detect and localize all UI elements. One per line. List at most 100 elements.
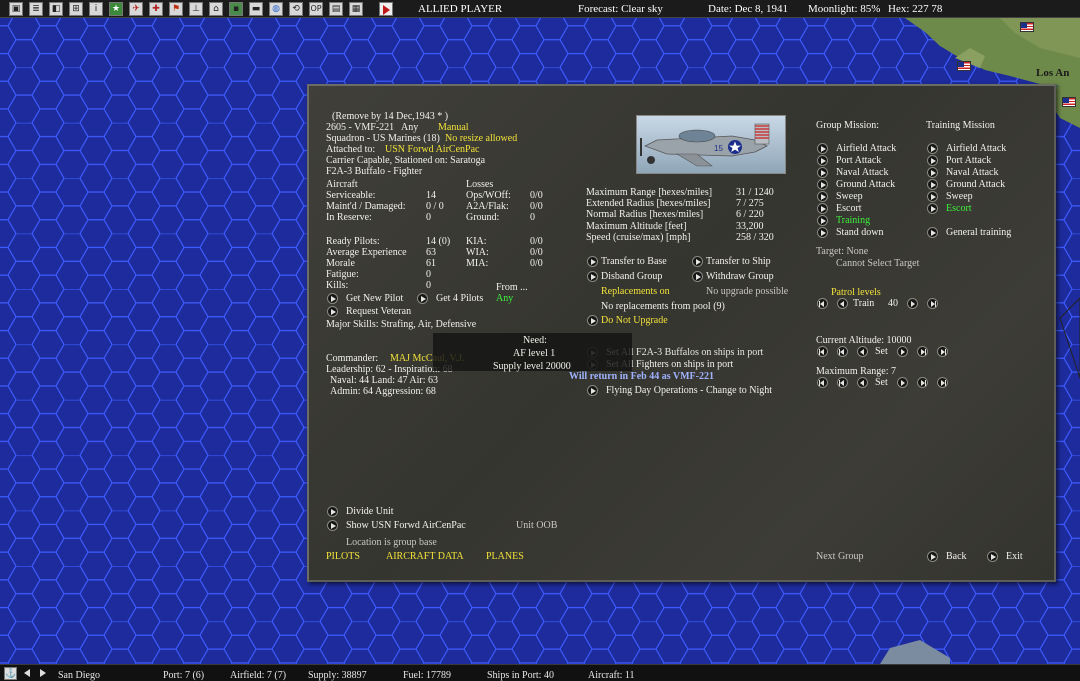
attached-hq-link[interactable]: USN Forwd AirCenPac (385, 144, 479, 155)
training-option[interactable]: Sweep (946, 191, 973, 202)
decrease-icon[interactable] (857, 346, 868, 357)
increase-icon[interactable] (897, 377, 908, 388)
decrease-max-icon[interactable] (817, 346, 828, 357)
from-value[interactable]: Any (496, 293, 513, 304)
ship-icon[interactable]: ⌂ (209, 2, 223, 16)
request-veteran-button[interactable]: Request Veteran (346, 306, 411, 317)
arrow-right-icon[interactable] (927, 167, 938, 178)
list-icon[interactable]: ▬ (249, 2, 263, 16)
increase-max-icon[interactable] (937, 377, 948, 388)
tab-aircraft-data[interactable]: AIRCRAFT DATA (386, 551, 464, 562)
bases-icon[interactable]: ▪ (229, 2, 243, 16)
intel-icon[interactable]: ▤ (329, 2, 343, 16)
arrow-right-icon[interactable] (817, 227, 828, 238)
us-flag-icon[interactable] (1020, 22, 1034, 32)
back-button[interactable]: Back (946, 551, 967, 562)
mission-option[interactable]: Naval Attack (836, 167, 888, 178)
arrow-right-icon[interactable] (587, 271, 598, 282)
base-name-link[interactable]: San Diego (58, 670, 100, 681)
arrow-right-icon[interactable] (927, 227, 938, 238)
arrow-right-icon[interactable] (927, 551, 938, 562)
divide-unit-button[interactable]: Divide Unit (346, 506, 394, 517)
us-flag-icon[interactable] (1062, 97, 1076, 107)
decrease-max-icon[interactable] (817, 377, 828, 388)
us-flag-icon[interactable] (957, 61, 971, 71)
next-group-button[interactable]: Next Group (816, 551, 864, 562)
training-option[interactable]: Airfield Attack (946, 143, 1006, 154)
unit-oob-link[interactable]: Unit OOB (516, 520, 557, 531)
mission-option[interactable]: Sweep (836, 191, 863, 202)
air-icon[interactable]: ✈ (129, 2, 143, 16)
increase-max-icon[interactable] (937, 346, 948, 357)
arrow-right-icon[interactable] (927, 191, 938, 202)
mission-option[interactable]: Airfield Attack (836, 143, 896, 154)
get-new-pilot-button[interactable]: Get New Pilot (346, 293, 403, 304)
report-icon[interactable]: ≣ (29, 2, 43, 16)
arrow-right-icon[interactable] (692, 271, 703, 282)
training-option[interactable]: Ground Attack (946, 179, 1005, 190)
arrow-right-icon[interactable] (987, 551, 998, 562)
air-unit-icon[interactable]: ✚ (149, 2, 163, 16)
settings-icon[interactable]: ▦ (349, 2, 363, 16)
arrow-right-icon[interactable] (817, 143, 828, 154)
tab-planes[interactable]: PLANES (486, 551, 524, 562)
increase-icon[interactable] (897, 346, 908, 357)
no-resize-toggle[interactable]: No resize allowed (445, 133, 517, 144)
recycle-icon[interactable]: ⟲ (289, 2, 303, 16)
arrow-right-icon[interactable] (817, 155, 828, 166)
mission-option[interactable]: Ground Attack (836, 179, 895, 190)
mission-option-selected[interactable]: Training (836, 215, 870, 226)
withdraw-group-button[interactable]: Withdraw Group (706, 271, 774, 282)
arrow-right-icon[interactable] (587, 385, 598, 396)
increase-max-icon[interactable] (927, 298, 938, 309)
sub-icon[interactable]: ⊥ (189, 2, 203, 16)
flying-day-ops-button[interactable]: Flying Day Operations - Change to Night (606, 385, 772, 396)
disband-group-button[interactable]: Disband Group (601, 271, 662, 282)
mission-option[interactable]: Escort (836, 203, 862, 214)
mission-option[interactable]: Stand down (836, 227, 884, 238)
arrow-right-icon[interactable] (817, 167, 828, 178)
replacements-toggle[interactable]: Replacements on (601, 286, 670, 297)
increase-big-icon[interactable] (917, 377, 928, 388)
next-base-icon[interactable] (40, 669, 46, 677)
decrease-icon[interactable] (857, 377, 868, 388)
get-4-pilots-button[interactable]: Get 4 Pilots (436, 293, 483, 304)
arrow-right-icon[interactable] (587, 315, 598, 326)
arrow-right-icon[interactable] (927, 179, 938, 190)
arrow-right-icon[interactable] (817, 215, 828, 226)
globe-icon[interactable]: ◍ (269, 2, 283, 16)
arrow-right-icon[interactable] (327, 306, 338, 317)
training-option[interactable]: Naval Attack (946, 167, 998, 178)
arrow-right-icon[interactable] (327, 293, 338, 304)
task-force-icon[interactable]: ◧ (49, 2, 63, 16)
prev-base-icon[interactable] (24, 669, 30, 677)
end-turn-icon[interactable] (379, 2, 393, 16)
map-select-icon[interactable]: ▣ (9, 2, 23, 16)
mission-option[interactable]: Port Attack (836, 155, 881, 166)
flag-icon[interactable]: ⚑ (169, 2, 183, 16)
decrease-max-icon[interactable] (817, 298, 828, 309)
exit-button[interactable]: Exit (1006, 551, 1023, 562)
arrow-right-icon[interactable] (692, 256, 703, 267)
do-not-upgrade-toggle[interactable]: Do Not Upgrade (601, 315, 668, 326)
increase-big-icon[interactable] (917, 346, 928, 357)
anchor-icon[interactable]: ⚓ (4, 667, 17, 680)
arrow-right-icon[interactable] (327, 520, 338, 531)
increase-icon[interactable] (907, 298, 918, 309)
arrow-right-icon[interactable] (817, 179, 828, 190)
transfer-to-ship-button[interactable]: Transfer to Ship (706, 256, 771, 267)
arrow-right-icon[interactable] (817, 191, 828, 202)
arrow-right-icon[interactable] (927, 155, 938, 166)
arrow-right-icon[interactable] (817, 203, 828, 214)
show-hq-button[interactable]: Show USN Forwd AirCenPac (346, 520, 466, 531)
decrease-big-icon[interactable] (837, 346, 848, 357)
arrow-right-icon[interactable] (927, 143, 938, 154)
op-icon[interactable]: OP (309, 2, 323, 16)
tab-pilots[interactable]: PILOTS (326, 551, 360, 562)
decrease-icon[interactable] (837, 298, 848, 309)
decrease-big-icon[interactable] (837, 377, 848, 388)
base-icon[interactable]: ⊞ (69, 2, 83, 16)
ground-icon[interactable]: ★ (109, 2, 123, 16)
training-option[interactable]: Port Attack (946, 155, 991, 166)
training-option[interactable]: General training (946, 227, 1011, 238)
